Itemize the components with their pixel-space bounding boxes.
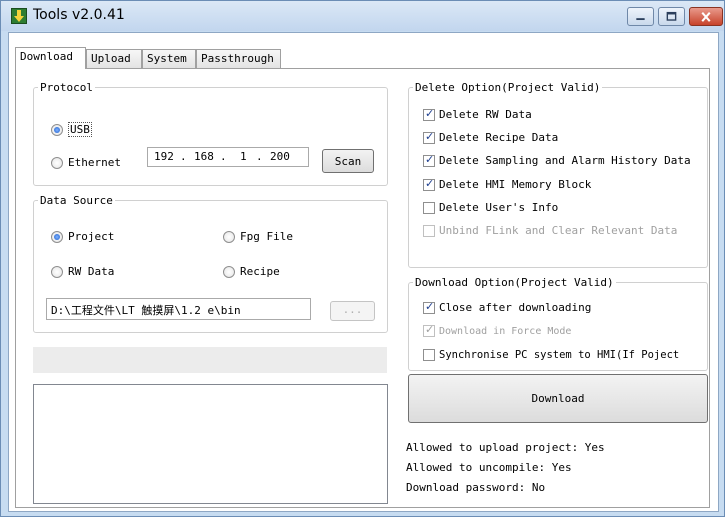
tab-download[interactable]: Download xyxy=(15,47,86,69)
delete-hmi-memory-checkbox[interactable]: Delete HMI Memory Block xyxy=(423,177,592,191)
checkbox-label: Close after downloading xyxy=(439,301,592,314)
browse-button[interactable]: ... xyxy=(330,301,375,321)
tab-passthrough[interactable]: Passthrough xyxy=(196,49,281,68)
checkbox-box xyxy=(423,153,435,167)
download-password-status: Download password: No xyxy=(406,481,546,494)
fpg-file-radio[interactable]: Fpg File xyxy=(223,230,293,243)
source-path-input[interactable]: D:\工程文件\LT 触摸屏\1.2 e\bin xyxy=(46,298,311,320)
unbind-flink-checkbox[interactable]: Unbind FLink and Clear Relevant Data xyxy=(423,224,677,237)
ip-octet-3: 1 xyxy=(240,150,247,163)
project-radio[interactable]: Project xyxy=(51,230,114,243)
ip-dot: . xyxy=(180,150,187,163)
protocol-legend: Protocol xyxy=(40,81,93,94)
usb-label: USB xyxy=(68,122,92,137)
checkbox-box xyxy=(423,130,435,144)
allowed-upload-status: Allowed to upload project: Yes xyxy=(406,441,605,454)
log-output-box[interactable] xyxy=(33,384,388,504)
delete-rw-data-checkbox[interactable]: Delete RW Data xyxy=(423,107,532,121)
tools-window: Tools v2.0.41 Download Upload System Pas… xyxy=(0,0,725,517)
close-after-downloading-checkbox[interactable]: Close after downloading xyxy=(423,300,592,314)
checkbox-box xyxy=(423,323,435,337)
checkbox-box xyxy=(423,224,435,237)
usb-radio-dot xyxy=(51,123,63,136)
ip-dot: . xyxy=(220,150,227,163)
checkbox-box xyxy=(423,177,435,191)
ip-octet-2: 168 xyxy=(194,150,214,163)
scan-button[interactable]: Scan xyxy=(322,149,374,173)
sync-pc-system-checkbox[interactable]: Synchronise PC system to HMI(If Poject xyxy=(423,349,679,361)
ethernet-radio-dot xyxy=(51,156,63,169)
rw-data-label: RW Data xyxy=(68,265,115,278)
force-mode-checkbox[interactable]: Download in Force Mode xyxy=(423,323,572,337)
usb-radio[interactable]: USB xyxy=(51,122,92,137)
checkbox-box xyxy=(423,201,435,214)
checkbox-label: Synchronise PC system to HMI(If Poject xyxy=(439,349,680,361)
delete-sampling-alarm-checkbox[interactable]: Delete Sampling and Alarm History Data xyxy=(423,153,691,167)
delete-option-legend: Delete Option(Project Valid) xyxy=(415,81,601,94)
rw-data-radio[interactable]: RW Data xyxy=(51,265,114,278)
download-button[interactable]: Download xyxy=(408,374,708,423)
fpg-file-label: Fpg File xyxy=(240,230,293,243)
checkbox-box xyxy=(423,300,435,314)
checkbox-box xyxy=(423,349,435,361)
title-bar[interactable]: Tools v2.0.41 xyxy=(1,1,724,31)
delete-recipe-data-checkbox[interactable]: Delete Recipe Data xyxy=(423,130,559,144)
close-button[interactable] xyxy=(689,7,723,26)
ip-address-input[interactable]: 192 . 168 . 1 . 200 xyxy=(147,147,309,167)
fpg-file-radio-dot xyxy=(223,230,235,243)
app-download-icon xyxy=(11,8,27,24)
tab-system[interactable]: System xyxy=(142,49,196,68)
project-label: Project xyxy=(68,230,115,243)
recipe-label: Recipe xyxy=(240,265,280,278)
tab-upload[interactable]: Upload xyxy=(86,49,142,68)
recipe-radio-dot xyxy=(223,265,235,278)
delete-user-info-checkbox[interactable]: Delete User's Info xyxy=(423,201,558,214)
checkbox-label: Delete HMI Memory Block xyxy=(439,178,592,191)
checkbox-label: Delete User's Info xyxy=(439,201,559,214)
ethernet-radio[interactable]: Ethernet xyxy=(51,156,121,169)
checkbox-label: Delete RW Data xyxy=(439,108,532,121)
recipe-radio[interactable]: Recipe xyxy=(223,265,280,278)
progress-bar xyxy=(33,347,387,373)
checkbox-box xyxy=(423,107,435,121)
maximize-button[interactable] xyxy=(658,7,685,26)
checkbox-label: Unbind FLink and Clear Relevant Data xyxy=(439,224,678,237)
ip-octet-1: 192 xyxy=(154,150,174,163)
ip-dot: . xyxy=(256,150,263,163)
minimize-button[interactable] xyxy=(627,7,654,26)
project-radio-dot xyxy=(51,230,63,243)
data-source-legend: Data Source xyxy=(40,194,113,207)
rw-data-radio-dot xyxy=(51,265,63,278)
allowed-uncompile-status: Allowed to uncompile: Yes xyxy=(406,461,572,474)
checkbox-label: Download in Force Mode xyxy=(439,325,572,337)
checkbox-label: Delete Recipe Data xyxy=(439,131,559,144)
ip-octet-4: 200 xyxy=(270,150,290,163)
checkbox-label: Delete Sampling and Alarm History Data xyxy=(439,154,691,167)
download-option-legend: Download Option(Project Valid) xyxy=(415,276,614,289)
window-title: Tools v2.0.41 xyxy=(33,7,125,23)
ethernet-label: Ethernet xyxy=(68,156,121,169)
